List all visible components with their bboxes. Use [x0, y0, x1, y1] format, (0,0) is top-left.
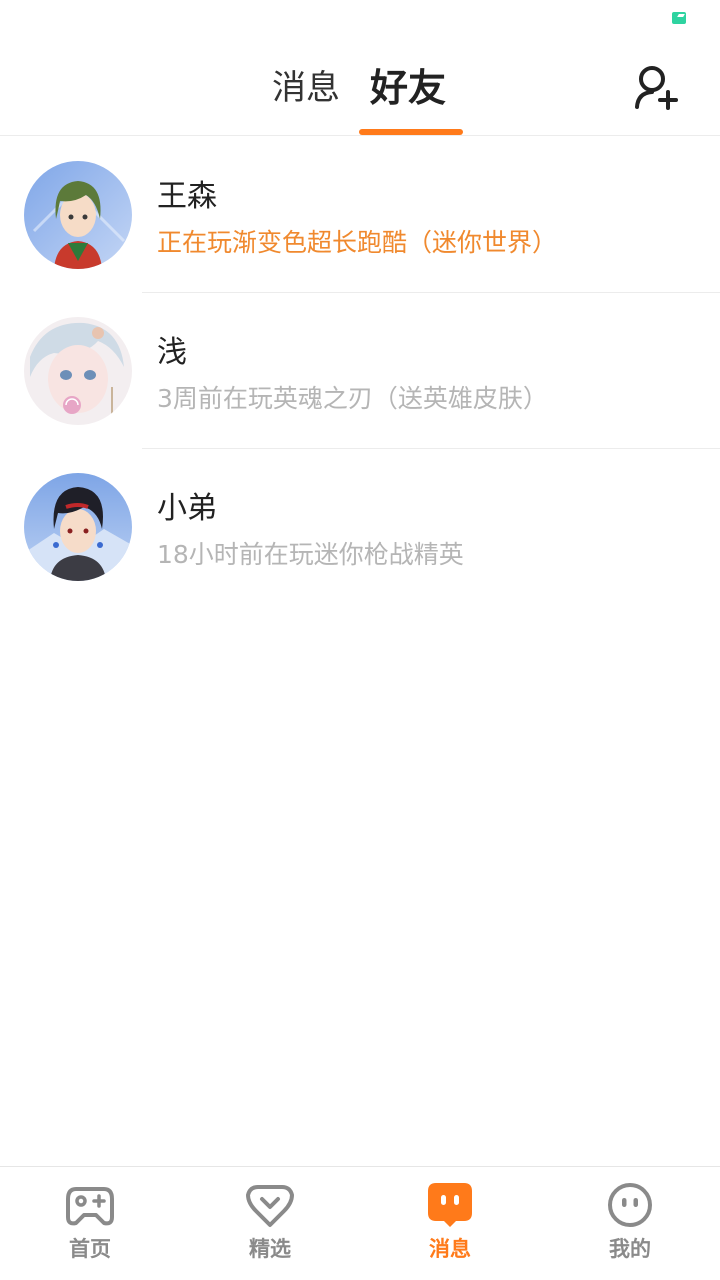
- avatar-image: [24, 473, 132, 581]
- friend-status: 3周前在玩英魂之刃（送英雄皮肤）: [157, 384, 548, 413]
- friend-item-wangsen[interactable]: 王森 正在玩渐变色超长跑酷（迷你世界）: [0, 137, 720, 293]
- nav-label: 消息: [429, 1237, 471, 1261]
- header: 消息 好友: [0, 40, 720, 136]
- friend-item-qian[interactable]: 浅 3周前在玩英魂之刃（送英雄皮肤）: [0, 293, 720, 449]
- tab-friends[interactable]: 好友: [370, 64, 446, 112]
- friend-name: 小弟: [157, 491, 217, 526]
- nav-label: 我的: [609, 1237, 651, 1261]
- status-bar: [0, 0, 720, 40]
- chat-bubble-icon: [428, 1183, 472, 1227]
- avatar-image: [24, 317, 132, 425]
- battery-icon: [672, 12, 686, 24]
- heart-icon: [246, 1185, 294, 1227]
- friend-list: 王森 正在玩渐变色超长跑酷（迷你世界） 浅 3周前在玩英魂之刃（送英雄皮肤） 小…: [0, 137, 720, 605]
- nav-label: 首页: [69, 1237, 111, 1261]
- avatar[interactable]: [24, 317, 132, 425]
- friend-status: 正在玩渐变色超长跑酷（迷你世界）: [157, 228, 558, 257]
- bottom-nav: 首页 精选 消息 我的: [0, 1166, 720, 1280]
- nav-messages[interactable]: 消息: [360, 1167, 540, 1280]
- friend-status: 18小时前在玩迷你枪战精英: [157, 540, 464, 569]
- friend-name: 浅: [157, 335, 187, 370]
- face-icon: [608, 1183, 652, 1227]
- gamepad-icon: [66, 1187, 114, 1226]
- nav-label: 精选: [249, 1237, 291, 1261]
- active-tab-indicator: [359, 129, 463, 135]
- nav-me[interactable]: 我的: [540, 1167, 720, 1280]
- friends-screen: 消息 好友 王森 正在玩渐变色超长跑酷（迷你世界） 浅 3周前在玩英魂之刃（送英…: [0, 0, 720, 1280]
- friend-name: 王森: [157, 179, 217, 214]
- nav-featured[interactable]: 精选: [180, 1167, 360, 1280]
- avatar-image: [24, 161, 132, 269]
- add-friend-button[interactable]: [634, 64, 678, 110]
- avatar[interactable]: [24, 161, 132, 269]
- tab-messages[interactable]: 消息: [272, 64, 340, 112]
- avatar[interactable]: [24, 473, 132, 581]
- friend-item-xiaodi[interactable]: 小弟 18小时前在玩迷你枪战精英: [0, 449, 720, 605]
- nav-home[interactable]: 首页: [0, 1167, 180, 1280]
- add-person-icon: [635, 66, 678, 110]
